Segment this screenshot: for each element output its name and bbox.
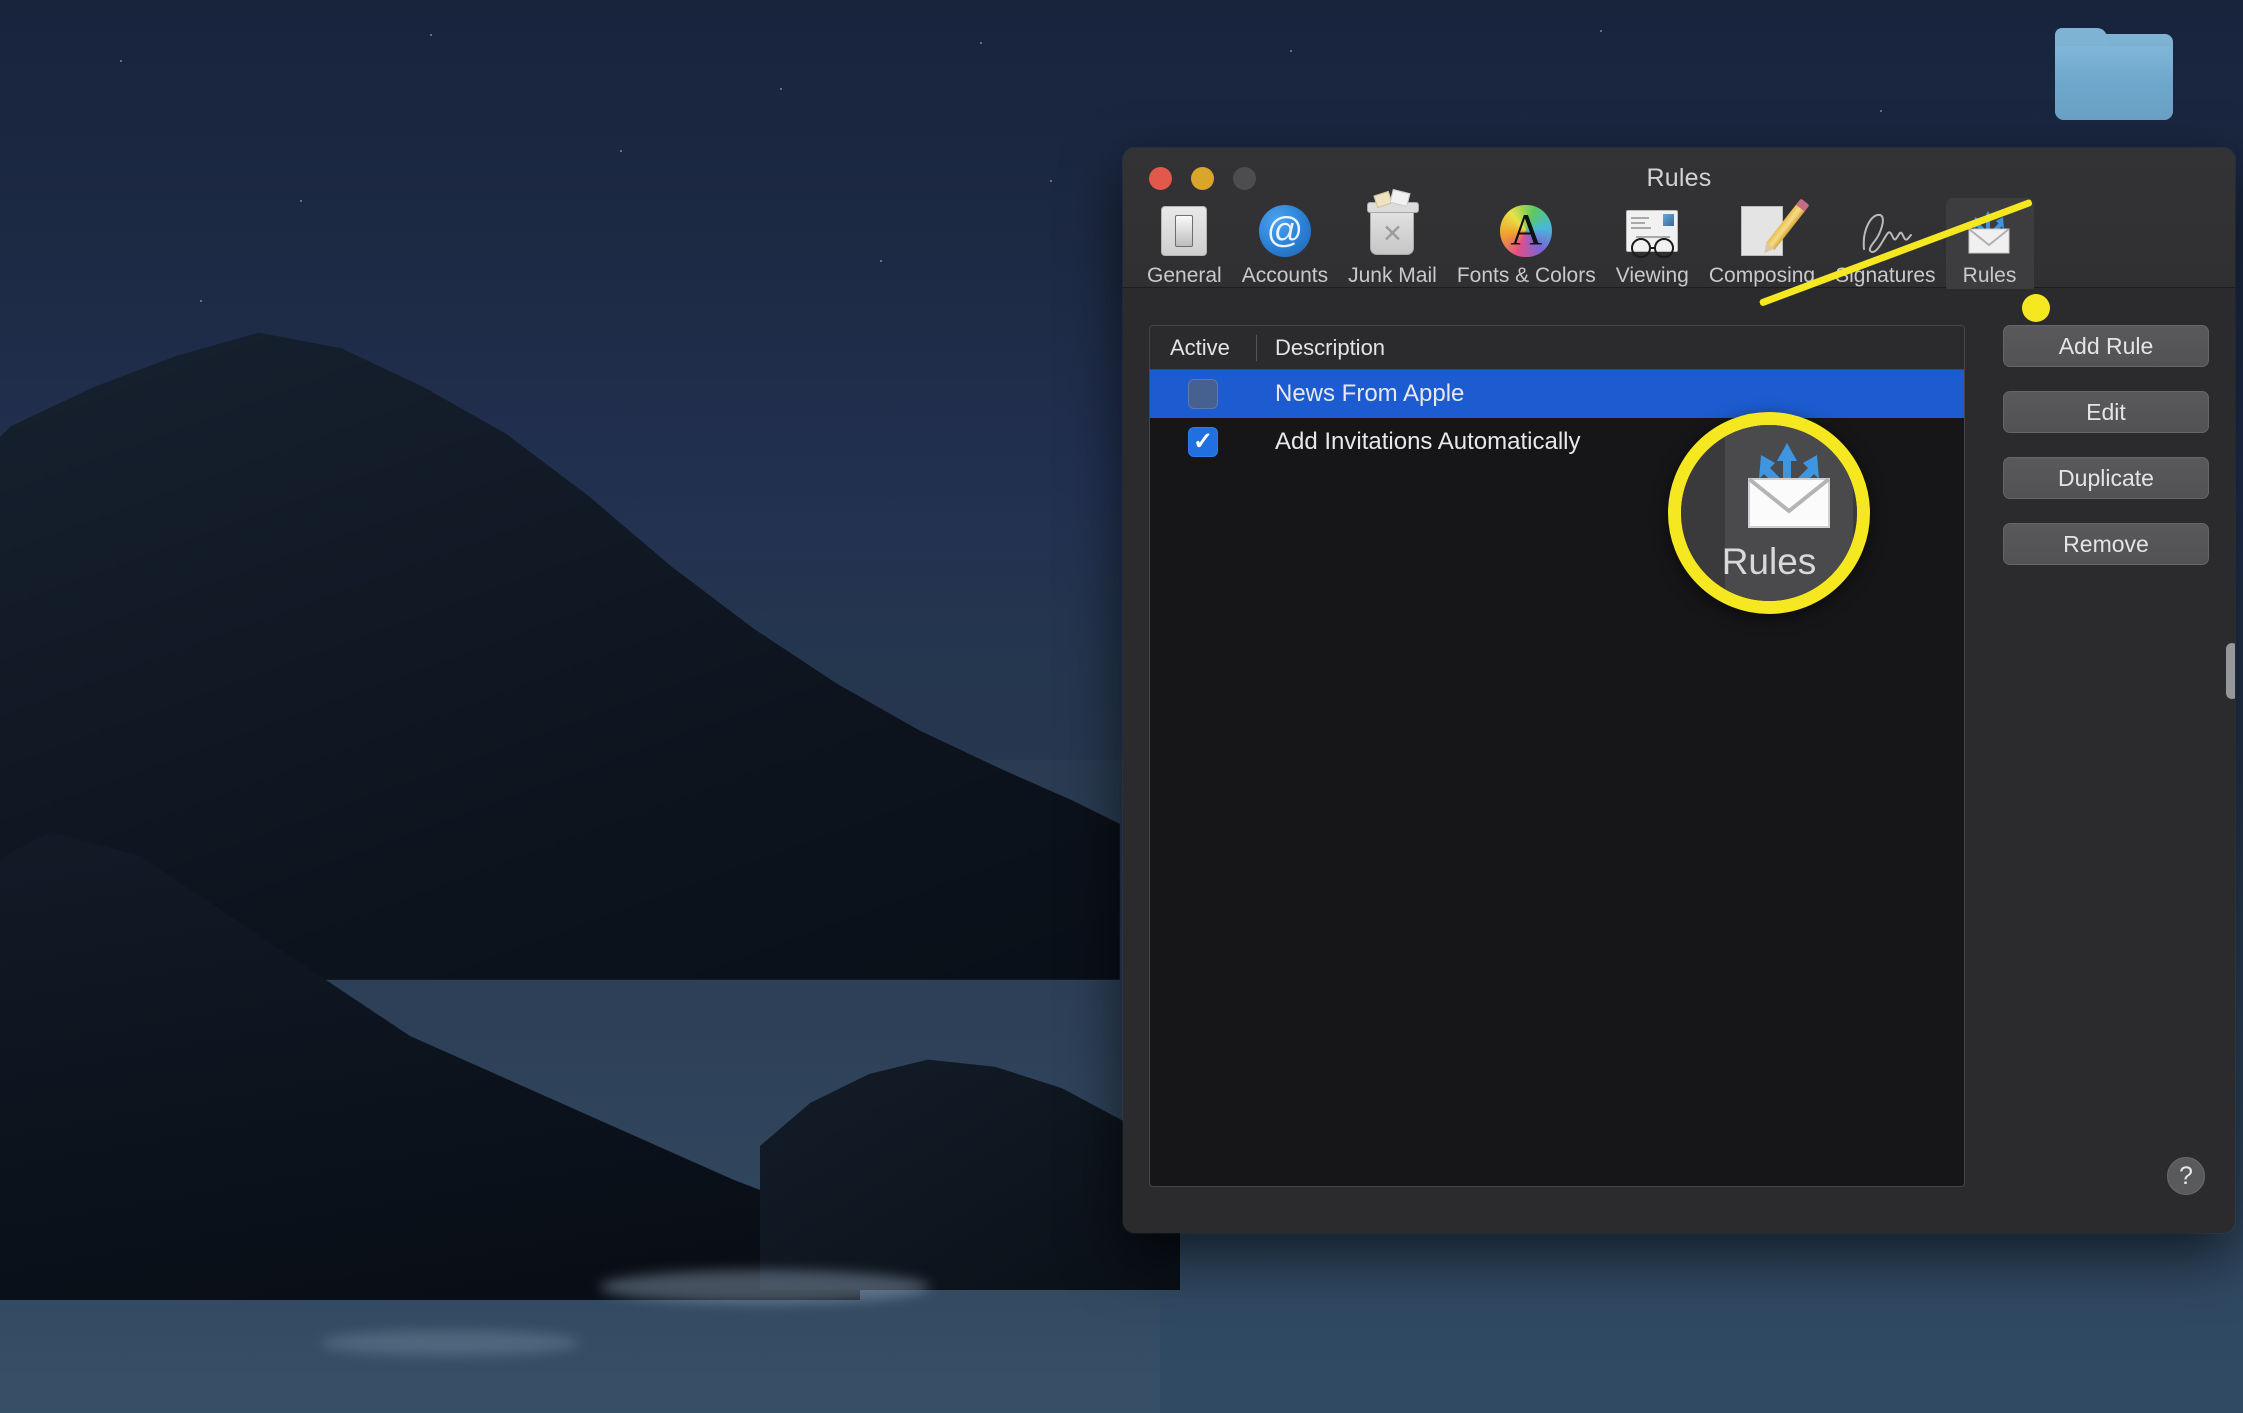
row-active-cell[interactable]	[1150, 379, 1256, 409]
folder-front-shape	[2055, 46, 2173, 120]
color-wheel-a-icon: A	[1499, 204, 1553, 258]
toolbar-item-accounts[interactable]: @ Accounts	[1232, 198, 1338, 293]
rules-envelope-arrows-icon	[1963, 204, 2017, 258]
toolbar-label-fonts-colors: Fonts & Colors	[1456, 264, 1596, 287]
toolbar-item-viewing[interactable]: Viewing	[1606, 198, 1699, 293]
toolbar-item-rules[interactable]: Rules	[1945, 198, 2034, 293]
toolbar-item-fonts-colors[interactable]: A Fonts & Colors	[1447, 198, 1606, 293]
window-titlebar[interactable]: Rules General @ Accounts ✕ Junk Mail A F…	[1123, 148, 2235, 293]
toolbar-item-general[interactable]: General	[1137, 198, 1232, 293]
toolbar-label-signatures: Signatures	[1835, 264, 1936, 287]
toolbar-label-composing: Composing	[1708, 264, 1816, 287]
preferences-content: Active Description News From Apple Add I…	[1123, 289, 2235, 1233]
toolbar-item-junk-mail[interactable]: Junk Mail	[1338, 189, 1447, 293]
window-scrollbar-thumb[interactable]	[2226, 643, 2235, 699]
rules-list-panel[interactable]: Active Description News From Apple Add I…	[1149, 325, 1965, 1187]
row-description-cell: Add Invitations Automatically	[1275, 428, 1581, 455]
add-rule-button[interactable]: Add Rule	[2003, 325, 2209, 367]
toolbar-label-viewing: Viewing	[1615, 264, 1689, 287]
row-active-cell[interactable]	[1150, 427, 1256, 457]
wallpaper-cliff-main	[0, 332, 1120, 980]
remove-button[interactable]: Remove	[2003, 523, 2209, 565]
preferences-toolbar: General @ Accounts Junk Mail	[1123, 189, 2235, 293]
at-sign-icon: @	[1258, 204, 1312, 258]
window-title: Rules	[1646, 164, 1712, 192]
column-header-description[interactable]: Description	[1257, 335, 1385, 361]
wallpaper-foam	[600, 1270, 930, 1304]
toolbar-label-general: General	[1147, 264, 1222, 287]
paper-pencil-icon	[1735, 203, 1806, 258]
rules-action-buttons: Add Rule Edit Duplicate Remove	[2003, 325, 2209, 565]
toolbar-item-composing[interactable]: Composing	[1699, 198, 1825, 293]
toolbar-item-signatures[interactable]: Signatures	[1825, 198, 1945, 293]
checkbox-unchecked-icon[interactable]	[1188, 379, 1218, 409]
rules-table-header: Active Description	[1150, 326, 1964, 370]
help-button[interactable]: ?	[2167, 1157, 2205, 1195]
checkbox-checked-icon[interactable]	[1188, 427, 1218, 457]
mail-preferences-window: Rules General @ Accounts ✕ Junk Mail A F…	[1123, 148, 2235, 1233]
table-row[interactable]: Add Invitations Automatically	[1150, 418, 1964, 466]
toolbar-label-junk-mail: Junk Mail	[1348, 264, 1437, 287]
duplicate-button[interactable]: Duplicate	[2003, 457, 2209, 499]
row-description-cell: News From Apple	[1275, 380, 1465, 407]
folder-tab-shape	[2055, 28, 2107, 44]
toolbar-label-rules: Rules	[1962, 264, 2017, 287]
trash-can-icon	[1365, 189, 1420, 258]
general-switch-icon	[1157, 204, 1211, 258]
signature-icon	[1858, 204, 1913, 258]
wallpaper-foam	[320, 1330, 580, 1356]
desktop-folder-icon[interactable]	[2055, 28, 2173, 120]
edit-button[interactable]: Edit	[2003, 391, 2209, 433]
table-row[interactable]: News From Apple	[1150, 370, 1964, 418]
column-header-active[interactable]: Active	[1150, 335, 1256, 361]
envelope-glasses-icon	[1625, 204, 1679, 258]
toolbar-label-accounts: Accounts	[1241, 264, 1329, 287]
